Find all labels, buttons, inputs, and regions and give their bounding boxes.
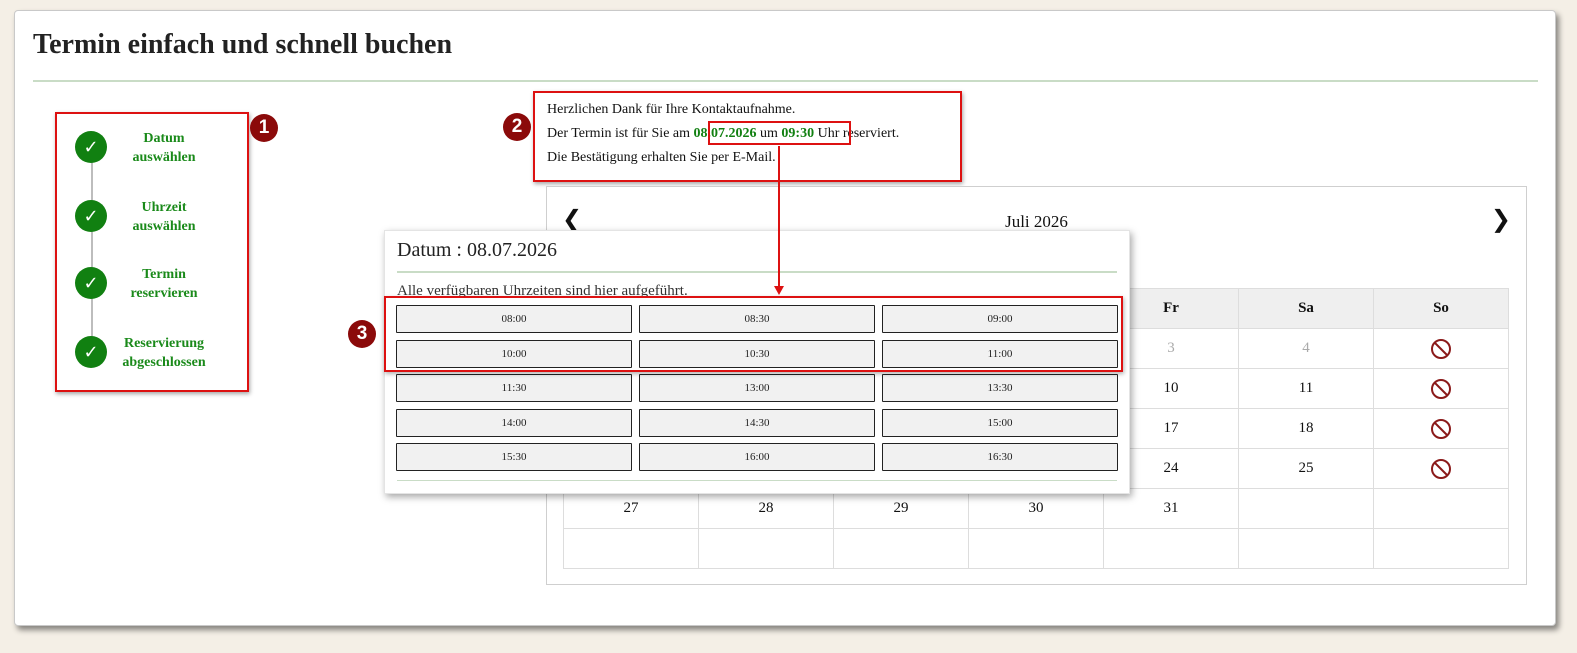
calendar-day[interactable]: 30: [968, 488, 1104, 529]
calendar-week: [563, 528, 1509, 569]
calendar-day[interactable]: 25: [1238, 448, 1374, 489]
step-label-line2: auswählen: [132, 219, 196, 234]
closed-day-icon: [1431, 338, 1451, 359]
closed-day-icon: [1431, 458, 1451, 479]
calendar-day: [1373, 328, 1509, 369]
check-icon: ✓: [75, 200, 107, 232]
calendar-day: [1238, 528, 1374, 569]
step-label: Datum auswählen: [119, 129, 209, 167]
time-slot-button[interactable]: 16:00: [639, 443, 875, 471]
calendar-month: Juli 2026: [1005, 212, 1068, 231]
step-label: Reservierung abgeschlossen: [119, 334, 209, 372]
step-label-line2: abgeschlossen: [122, 355, 206, 370]
step-label-line1: Reservierung: [123, 336, 205, 351]
calendar-day[interactable]: 31: [1103, 488, 1239, 529]
time-slot-button[interactable]: 13:30: [882, 374, 1118, 402]
calendar-day: [1103, 528, 1239, 569]
time-slot-button[interactable]: 11:30: [396, 374, 632, 402]
step-label-line1: Termin: [142, 267, 186, 282]
calendar-day: [1373, 488, 1509, 529]
calendar-day[interactable]: 18: [1238, 408, 1374, 449]
step-termin: ✓ Termin reservieren: [57, 265, 247, 305]
callout-badge-3: 3: [348, 320, 376, 348]
message-line1: Herzlichen Dank für Ihre Kontaktaufnahme…: [547, 102, 796, 117]
page-title: Termin einfach und schnell buchen: [33, 29, 453, 60]
message-text: Der Termin ist für Sie am: [547, 126, 694, 141]
step-uhrzeit: ✓ Uhrzeit auswählen: [57, 198, 247, 238]
step-label-line1: Uhrzeit: [141, 200, 187, 215]
time-slot-button[interactable]: 15:00: [882, 408, 1118, 437]
calendar-day[interactable]: 28: [698, 488, 834, 529]
title-divider: [33, 80, 1538, 82]
calendar-day: [1373, 448, 1509, 489]
closed-day-icon: [1431, 378, 1451, 399]
calendar-day[interactable]: 29: [833, 488, 969, 529]
selected-date-title: Datum : 08.07.2026: [397, 239, 557, 261]
step-label: Uhrzeit auswählen: [119, 198, 209, 236]
time-slot-button[interactable]: 14:30: [639, 408, 875, 437]
time-slot-button[interactable]: 16:30: [882, 443, 1118, 471]
closed-day-icon: [1431, 418, 1451, 439]
calendar-day: [968, 528, 1104, 569]
message-line3: Die Bestätigung erhalten Sie per E-Mail.: [547, 150, 776, 165]
check-icon: ✓: [75, 336, 107, 368]
calendar-day: [1238, 488, 1374, 529]
calendar-day[interactable]: 27: [563, 488, 699, 529]
check-icon: ✓: [75, 267, 107, 299]
step-reservierung: ✓ Reservierung abgeschlossen: [57, 334, 247, 374]
callout-badge-2: 2: [503, 113, 531, 141]
calendar-day: [1373, 408, 1509, 449]
calendar-day[interactable]: 11: [1238, 368, 1374, 409]
calendar-day: [1373, 528, 1509, 569]
calendar-day: [563, 528, 699, 569]
popup-divider: [397, 480, 1117, 481]
check-icon: ✓: [75, 131, 107, 163]
popup-divider: [397, 271, 1117, 273]
step-datum: ✓ Datum auswählen: [57, 129, 247, 169]
step-label-line2: reservieren: [130, 286, 198, 301]
step-label: Termin reservieren: [119, 265, 209, 303]
weekday-header: Sa: [1238, 288, 1374, 329]
calendar-day: [833, 528, 969, 569]
arrow-head-icon: [774, 286, 784, 295]
booking-steps: ✓ Datum auswählen ✓ Uhrzeit auswählen ✓ …: [55, 112, 249, 392]
calendar-week: 27 28 29 30 31: [563, 488, 1509, 529]
calendar-day: [698, 528, 834, 569]
arrow-line: [778, 146, 780, 288]
callout-badge-1: 1: [250, 114, 278, 142]
step-label-line1: Datum: [143, 131, 185, 146]
highlight-box: [384, 296, 1123, 372]
step-connector: [91, 146, 93, 350]
time-slot-button[interactable]: 15:30: [396, 443, 632, 471]
time-slot-button[interactable]: 13:00: [639, 374, 875, 402]
highlight-box: [708, 121, 851, 145]
next-month-button[interactable]: ❯: [1491, 205, 1511, 233]
weekday-header: So: [1373, 288, 1509, 329]
calendar-day[interactable]: 4: [1238, 328, 1374, 369]
time-slot-button[interactable]: 14:00: [396, 408, 632, 437]
calendar-day: [1373, 368, 1509, 409]
step-label-line2: auswählen: [132, 150, 196, 165]
